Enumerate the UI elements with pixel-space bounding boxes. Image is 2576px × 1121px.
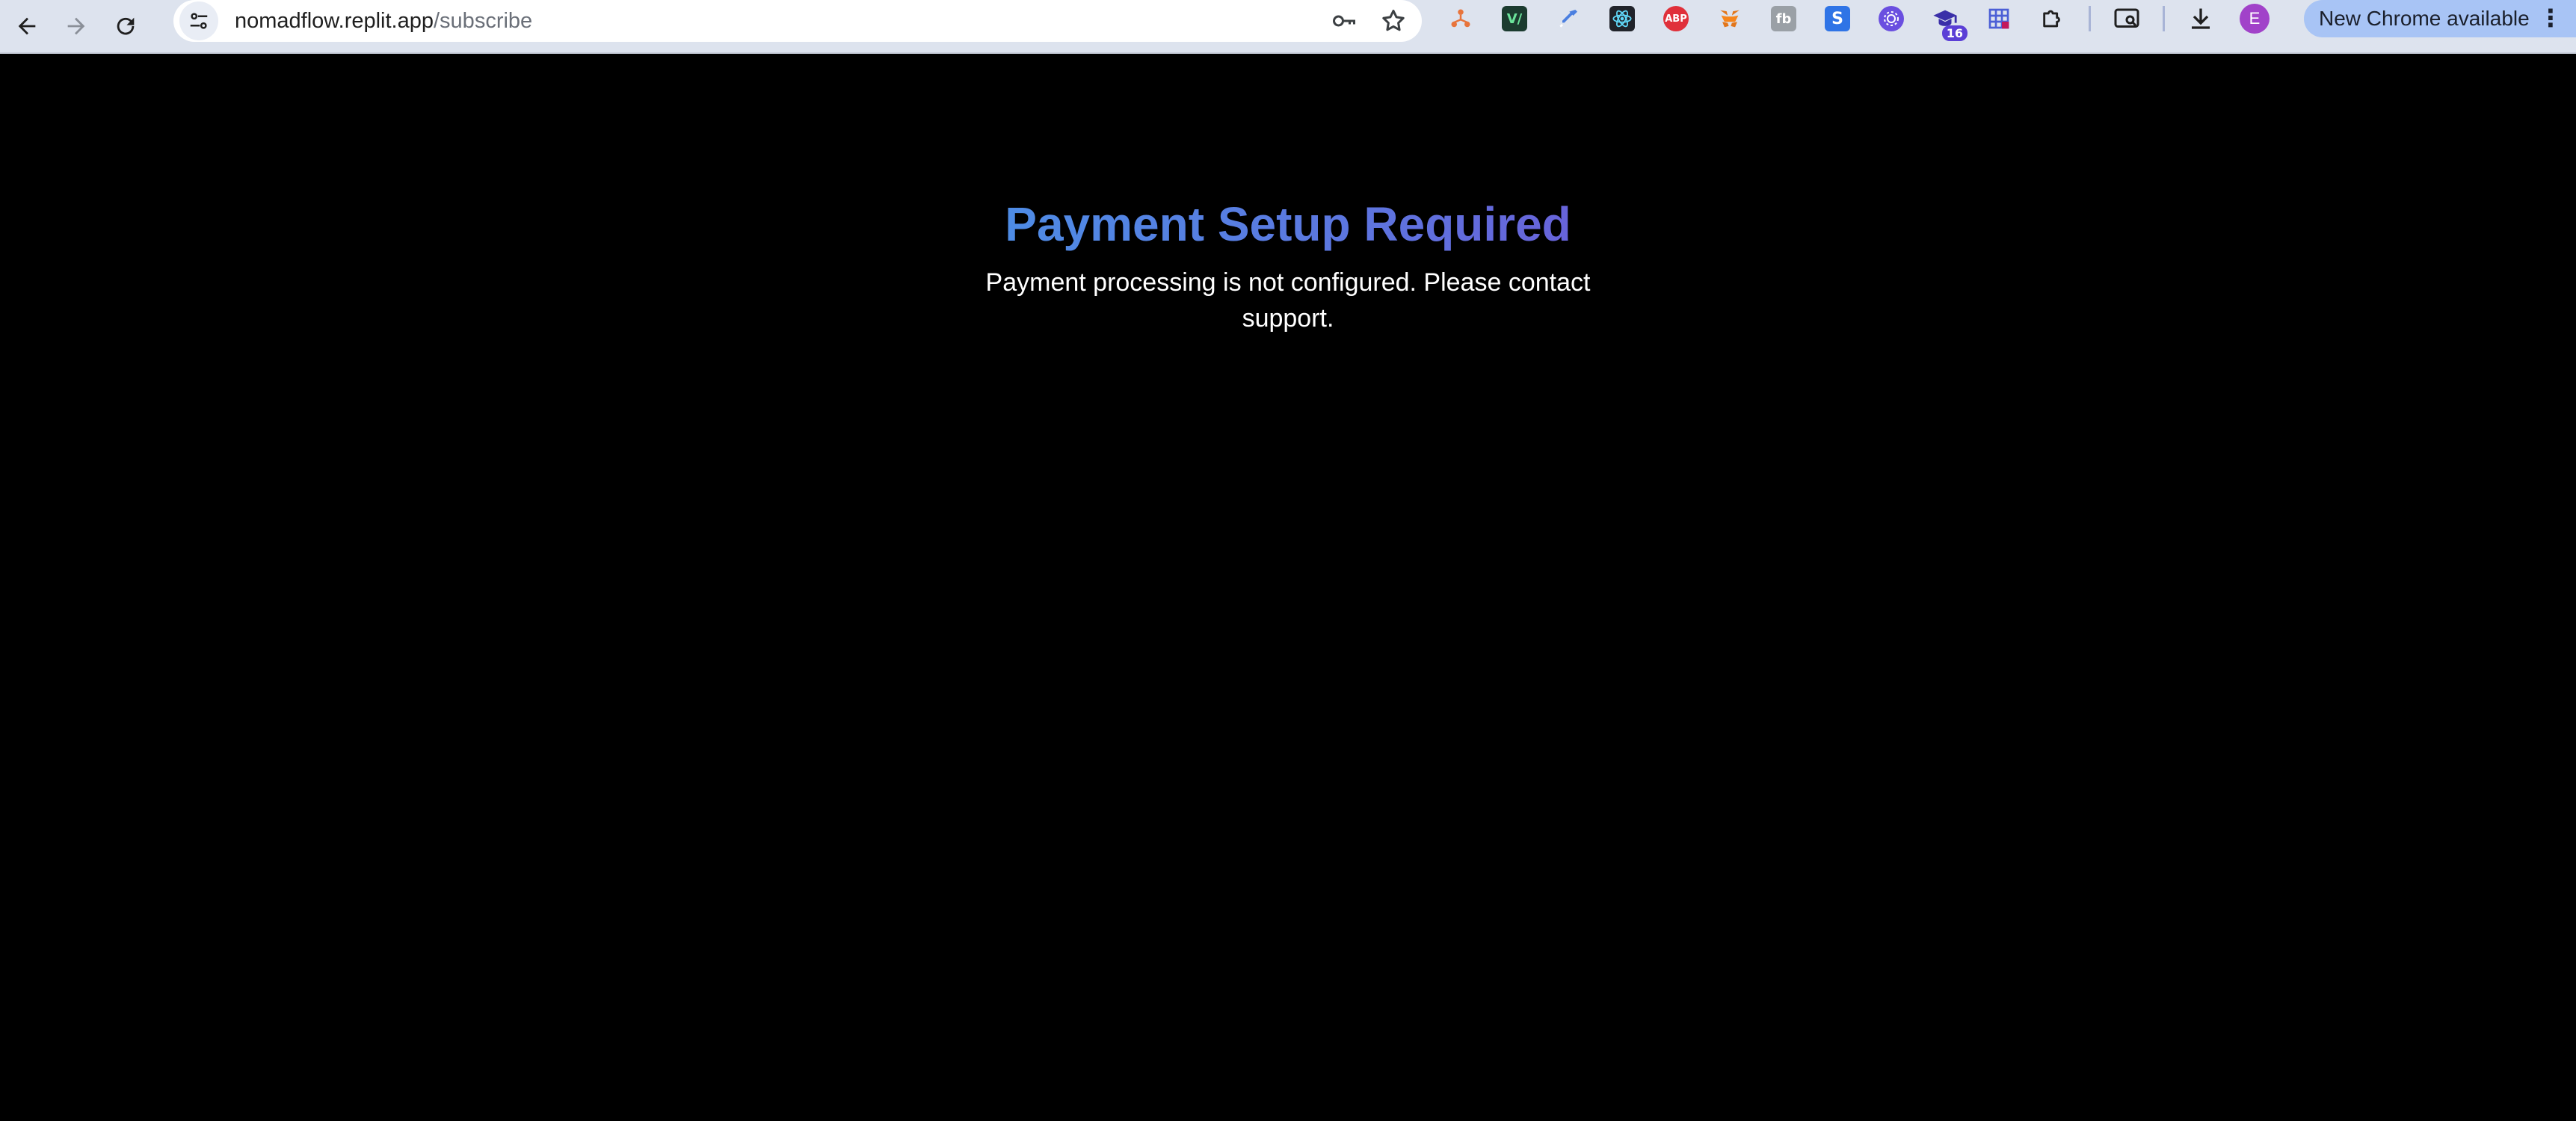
forward-button[interactable]	[54, 4, 99, 49]
extensions-puzzle-icon[interactable]	[2035, 1, 2071, 37]
url-path: /subscribe	[434, 8, 533, 33]
metamask-ext-icon[interactable]	[1712, 1, 1748, 37]
eyedropper-ext-icon[interactable]	[1550, 1, 1586, 37]
password-key-icon[interactable]	[1329, 6, 1359, 36]
reload-icon	[117, 17, 135, 35]
toolbar-divider	[2163, 6, 2165, 31]
site-info-button[interactable]	[179, 1, 218, 40]
arrow-left-icon	[18, 17, 36, 35]
new-chrome-available-button[interactable]: New Chrome available ⋮	[2304, 0, 2576, 37]
bookmark-star-icon[interactable]	[1378, 6, 1408, 36]
gear-purple-ext-icon[interactable]	[1873, 1, 1909, 37]
page-content: Payment Setup Required Payment processin…	[0, 54, 2576, 1121]
extensions-bar: V/ ABP fb S 16 E	[1443, 0, 2273, 41]
vim-ext-icon[interactable]: V/	[1497, 1, 1532, 37]
update-label: New Chrome available	[2319, 7, 2530, 30]
page-title: Payment Setup Required	[952, 194, 1624, 254]
graduation-cap-ext-icon[interactable]: 16	[1927, 1, 1968, 41]
download-icon[interactable]	[2183, 1, 2219, 37]
profile-avatar[interactable]: E	[2237, 1, 2273, 37]
s-ext-icon[interactable]: S	[1819, 1, 1855, 37]
address-bar[interactable]: nomadflow.replit.app/subscribe	[173, 0, 1422, 42]
grid-ext-icon[interactable]	[1981, 1, 2017, 37]
tab-search-icon[interactable]	[2109, 1, 2145, 37]
back-button[interactable]	[4, 4, 49, 49]
react-devtools-ext-icon[interactable]	[1604, 1, 1640, 37]
adblock-plus-ext-icon[interactable]: ABP	[1658, 1, 1694, 37]
notice-message: Payment processing is not configured. Pl…	[985, 268, 1591, 333]
browser-toolbar: nomadflow.replit.app/subscribe V/ ABP fb…	[0, 0, 2576, 54]
tune-icon	[190, 13, 208, 29]
url-text[interactable]: nomadflow.replit.app/subscribe	[235, 9, 532, 34]
fb-ext-icon[interactable]: fb	[1766, 1, 1802, 37]
arrow-right-icon	[67, 17, 85, 35]
url-host: nomadflow.replit.app	[235, 8, 434, 33]
extension-badge: 16	[1941, 25, 1968, 41]
orange-network-ext-icon[interactable]	[1443, 1, 1479, 37]
more-menu-icon[interactable]: ⋮	[2539, 4, 2563, 31]
toolbar-divider	[2089, 6, 2091, 31]
payment-notice: Payment Setup Required Payment processin…	[952, 194, 1624, 336]
reload-button[interactable]	[103, 4, 148, 49]
avatar: E	[2240, 4, 2270, 34]
